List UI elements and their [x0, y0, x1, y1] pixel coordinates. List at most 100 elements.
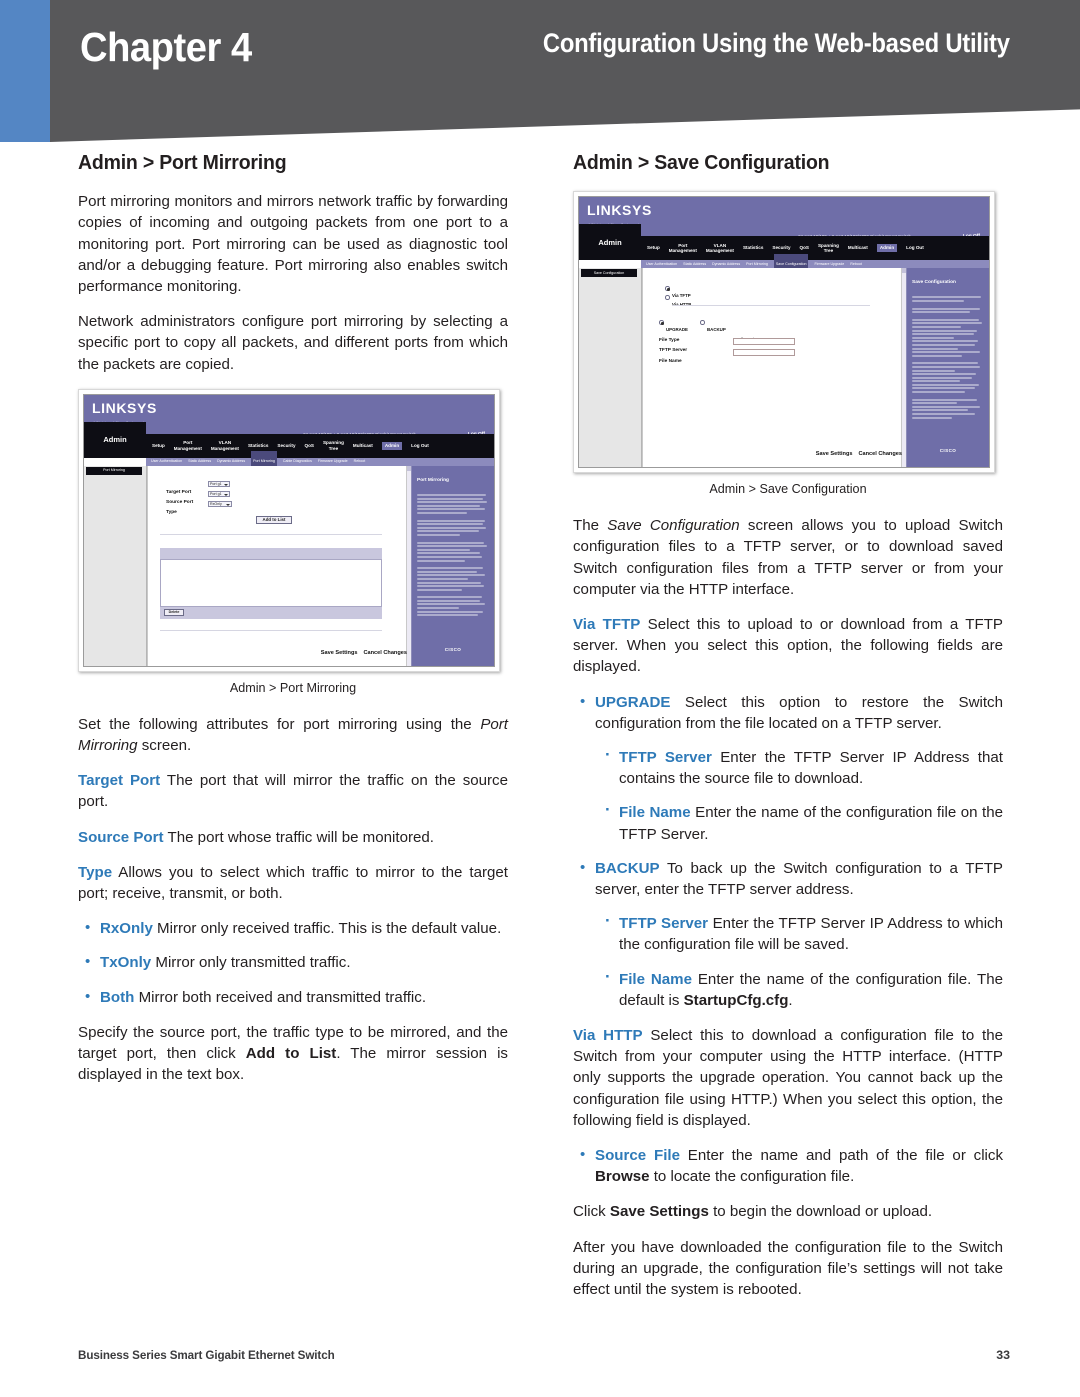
ui-menu-item[interactable]: Spanning Tree [818, 243, 839, 254]
ui-scrollbar[interactable] [901, 268, 906, 468]
source-file-text-b: to locate the configuration file. [649, 1168, 855, 1186]
select-target-port[interactable]: Port g1 [208, 480, 230, 487]
list-item: TFTP Server Enter the TFTP Server IP Add… [605, 744, 1003, 789]
footer-product-name: Business Series Smart Gigabit Ethernet S… [78, 1348, 335, 1362]
ui-menu-item[interactable]: Security [277, 443, 295, 449]
input-file-name[interactable] [733, 349, 795, 357]
startup-cfg-bold: StartupCfg.cfg [683, 991, 789, 1009]
ui-help-panel: Port Mirroring CISCO [412, 465, 494, 666]
mirror-table-footer: Delete [160, 606, 382, 619]
add-to-list-button[interactable]: Add to List [256, 515, 292, 524]
left-para3-b: screen. [137, 737, 192, 755]
cancel-changes-button[interactable]: Cancel Changes [858, 444, 902, 465]
bullet-text: Mirror both received and transmitted tra… [134, 988, 427, 1006]
ui-menu-item[interactable]: Port Management [174, 440, 202, 451]
ui-menu-item[interactable]: Security [772, 245, 790, 251]
ui-menu-item[interactable]: Multicast [353, 443, 373, 449]
sub-keyword: TFTP Server [619, 915, 709, 933]
select-source-port[interactable]: Port g1 [208, 490, 230, 497]
left-section-title: Admin > Port Mirroring [78, 151, 287, 174]
ui-side-tab[interactable]: Save Configuration [581, 269, 637, 278]
select-type[interactable]: RxOnly [208, 500, 232, 507]
source-file-text-a: Enter the name and path of the file or c… [679, 1147, 1003, 1165]
ui-menu-item[interactable]: Spanning Tree [323, 440, 344, 451]
right-paragraph-1: The Save Configuration screen allows you… [573, 515, 1003, 600]
radio-via-http[interactable] [665, 295, 670, 300]
bullet-keyword: RxOnly [100, 920, 153, 938]
ui-help-title: Port Mirroring [417, 477, 449, 483]
list-item: TFTP Server Enter the TFTP Server IP Add… [605, 910, 1003, 955]
delete-button[interactable]: Delete [164, 608, 184, 616]
ui-menu-item[interactable]: Statistics [743, 245, 763, 251]
chapter-subtitle: Configuration Using the Web-based Utilit… [543, 28, 1010, 58]
mirror-table-header: Target Port Source Port Type [160, 547, 382, 563]
radio-backup[interactable] [700, 320, 705, 325]
type-options-list: RxOnly Mirror only received traffic. Thi… [78, 917, 508, 1008]
via-tftp-definition: Via TFTP Select this to upload to or dow… [573, 614, 1003, 678]
http-options-list: Source File Enter the name and path of t… [573, 1144, 1003, 1187]
ui-menu-item-active[interactable]: Admin [876, 244, 898, 252]
ui-menu-item[interactable]: Setup [152, 443, 165, 449]
chapter-title: Chapter 4 [80, 24, 252, 70]
save-settings-button[interactable]: Save Settings [321, 643, 358, 664]
ui-scrollbar[interactable] [406, 465, 411, 666]
ui-model-bar: 24-port 10/100 + 2-port 10/100/1000 Giga… [146, 421, 494, 437]
tftp-options-list: UPGRADE Select this option to restore th… [573, 691, 1003, 1011]
input-tftp-server[interactable] [733, 338, 795, 346]
ui-left-panel: Save Configuration [579, 268, 642, 468]
list-item: UPGRADE Select this option to restore th… [580, 691, 1003, 845]
ui-admin-tab[interactable]: Admin [579, 224, 641, 261]
list-item: TxOnly Mirror only transmitted traffic. [85, 951, 508, 973]
label-type: Type [166, 509, 177, 515]
via-http-definition: Via HTTP Select this to download a confi… [573, 1025, 1003, 1131]
sub-keyword: File Name [619, 804, 691, 822]
list-item: File Name Enter the name of the configur… [605, 799, 1003, 844]
ui-menu-item[interactable]: Log Out [411, 443, 429, 449]
list-item: Both Mirror both received and transmitte… [85, 986, 508, 1008]
list-item: Source File Enter the name and path of t… [580, 1144, 1003, 1187]
form-divider [160, 533, 382, 535]
ui-model-bar: 24-port 10/100 + 2-port 10/100/1000 Giga… [641, 224, 989, 239]
ui-menu-item[interactable]: Log Out [906, 245, 924, 251]
ui-save-bar: Save Settings Cancel Changes [816, 444, 902, 465]
figure-caption-save-configuration: Admin > Save Configuration [709, 482, 867, 497]
ui-menu-item[interactable]: VLAN Management [706, 243, 734, 254]
cisco-logo: CISCO [939, 448, 957, 453]
list-item: BACKUP To back up the Switch configurati… [580, 857, 1003, 1011]
ui-admin-tab[interactable]: Admin [84, 421, 146, 458]
ui-menu-item[interactable]: Port Management [669, 243, 697, 254]
ui-menu-item[interactable]: VLAN Management [211, 440, 239, 451]
ui-side-tab[interactable]: Port Mirroring [86, 466, 142, 475]
radio-via-tftp[interactable] [665, 286, 670, 291]
label-file-name: File Name [659, 359, 682, 365]
ui-menu-item[interactable]: Multicast [848, 245, 868, 251]
ui-left-panel: Port Mirroring [84, 465, 147, 666]
page-header: Chapter 4 Configuration Using the Web-ba… [0, 0, 1080, 142]
ui-save-bar: Save Settings Cancel Changes [321, 643, 407, 664]
via-http-keyword: Via HTTP [573, 1027, 643, 1045]
cancel-changes-button[interactable]: Cancel Changes [363, 643, 407, 664]
sub-keyword: File Name [619, 970, 692, 988]
type-keyword: Type [78, 863, 113, 881]
backup-keyword: BACKUP [595, 859, 660, 877]
save-settings-button[interactable]: Save Settings [816, 444, 853, 465]
ui-logo-bar: LINKSYS A Division of Cisco Systems, Inc… [84, 394, 494, 425]
figure-save-configuration: LINKSYS A Division of Cisco Systems, Inc… [573, 191, 1003, 498]
left-paragraph-4: Specify the source port, the traffic typ… [78, 1022, 508, 1086]
ui-menu-item[interactable]: QoS [305, 443, 314, 449]
cisco-logo: CISCO [444, 646, 462, 652]
ui-menu-item[interactable]: Setup [647, 245, 660, 251]
bullet-text: Mirror only transmitted traffic. [151, 954, 351, 972]
ui-menu-item[interactable]: Statistics [248, 443, 268, 449]
left-para3-a: Set the following attributes for port mi… [78, 715, 481, 733]
form-divider-bottom [160, 629, 382, 631]
right-para1-italic: Save Configuration [607, 517, 740, 535]
ui-menu-item[interactable]: QoS [800, 245, 809, 251]
radio-upgrade[interactable] [659, 320, 664, 325]
bullet-keyword: TxOnly [100, 954, 152, 972]
upgrade-keyword: UPGRADE [595, 693, 671, 711]
ui-menu-item-active[interactable]: Admin [381, 442, 403, 450]
save-click-b: to begin the download or upload. [708, 1203, 933, 1221]
ui-main-panel: Target Port Port g1 Source Port Port g1 … [147, 465, 412, 666]
source-port-keyword: Source Port [78, 828, 164, 846]
